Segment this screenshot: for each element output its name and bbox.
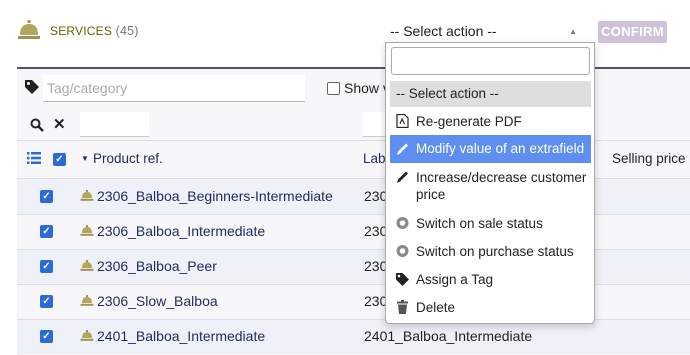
confirm-button[interactable]: CONFIRM	[598, 21, 667, 43]
trash-icon	[397, 300, 408, 314]
product-label: 230	[364, 188, 388, 204]
search-icon[interactable]	[30, 118, 44, 132]
page-title-text: SERVICES	[50, 24, 113, 38]
product-ref-link[interactable]: 2306_Balboa_Intermediate	[97, 223, 265, 239]
service-bell-icon	[80, 295, 94, 306]
page-title: SERVICES (45)	[50, 24, 139, 38]
tag-icon	[396, 273, 409, 286]
dropdown-item-label: Switch on purchase status	[416, 244, 574, 259]
column-header-label[interactable]: Lab	[363, 151, 386, 166]
tag-icon	[25, 80, 39, 94]
select-arrow-icon: ▲	[569, 27, 577, 36]
service-bell-icon	[80, 260, 94, 271]
row-checkbox[interactable]: ✓	[40, 260, 53, 273]
row-checkbox[interactable]: ✓	[40, 295, 53, 308]
sort-desc-icon[interactable]: ▼	[81, 154, 89, 163]
product-label: 230	[364, 293, 388, 309]
toggle-circle-icon	[396, 245, 409, 257]
dropdown-item-switch-purchase-status[interactable]: Switch on purchase status	[390, 243, 591, 260]
dropdown-item-assign-tag[interactable]: Assign a Tag	[390, 271, 591, 288]
service-bell-icon	[80, 225, 94, 236]
services-bell-icon	[18, 20, 40, 39]
record-count: (45)	[115, 24, 139, 38]
column-header-product-ref[interactable]: Product ref.	[93, 151, 163, 166]
show-checkbox[interactable]	[327, 82, 340, 95]
dropdown-item-switch-sale-status[interactable]: Switch on sale status	[390, 215, 591, 232]
product-ref-link[interactable]: 2401_Balboa_Intermediate	[97, 328, 265, 344]
pencil-icon	[397, 171, 408, 183]
product-ref-filter-input[interactable]	[80, 112, 149, 137]
select-all-checkbox[interactable]: ✓	[53, 153, 66, 166]
dropdown-item-label: Switch on sale status	[416, 216, 543, 231]
product-ref-link[interactable]: 2306_Slow_Balboa	[97, 293, 218, 309]
dropdown-item-delete[interactable]: Delete	[390, 299, 591, 316]
dropdown-item-placeholder[interactable]: -- Select action --	[390, 81, 591, 107]
dropdown-item-label: Delete	[416, 300, 456, 315]
mass-action-select-value: -- Select action --	[390, 23, 497, 39]
dropdown-item-label: Increase/decrease customer price	[416, 170, 587, 202]
action-dropdown: -- Select action -- Re-generate PDF Modi…	[385, 42, 595, 324]
dropdown-search-input[interactable]	[391, 47, 590, 75]
row-checkbox[interactable]: ✓	[40, 225, 53, 238]
pdf-icon	[396, 114, 409, 128]
pencil-icon	[397, 143, 408, 155]
product-label: 230	[364, 223, 388, 239]
service-bell-icon	[80, 330, 94, 341]
dropdown-item-change-customer-price[interactable]: Increase/decrease customer price	[390, 169, 591, 203]
clear-filter-icon[interactable]: ✕	[53, 115, 66, 133]
row-checkbox[interactable]: ✓	[40, 330, 53, 343]
toggle-circle-icon	[396, 217, 409, 229]
dropdown-item-label: Re-generate PDF	[416, 114, 522, 129]
mass-action-select[interactable]: -- Select action -- ▲	[385, 20, 585, 44]
show-label: Show v	[344, 80, 390, 96]
column-header-selling-price[interactable]: Selling price	[612, 151, 686, 166]
dropdown-item-label: Assign a Tag	[416, 272, 494, 287]
product-ref-link[interactable]: 2306_Balboa_Peer	[97, 258, 217, 274]
row-checkbox[interactable]: ✓	[40, 190, 53, 203]
product-ref-link[interactable]: 2306_Balboa_Beginners-Intermediate	[97, 188, 333, 204]
tag-category-filter-input[interactable]	[43, 75, 305, 102]
dropdown-item-regenerate-pdf[interactable]: Re-generate PDF	[390, 113, 591, 130]
product-label: 2401_Balboa_Intermediate	[364, 328, 533, 344]
service-bell-icon	[80, 190, 94, 201]
dropdown-item-label: Modify value of an extrafield	[416, 141, 585, 156]
dropdown-item-label: -- Select action --	[396, 86, 499, 101]
list-view-icon[interactable]	[27, 152, 41, 164]
dropdown-item-modify-extrafield[interactable]: Modify value of an extrafield	[390, 135, 591, 163]
product-label: 230	[364, 258, 388, 274]
